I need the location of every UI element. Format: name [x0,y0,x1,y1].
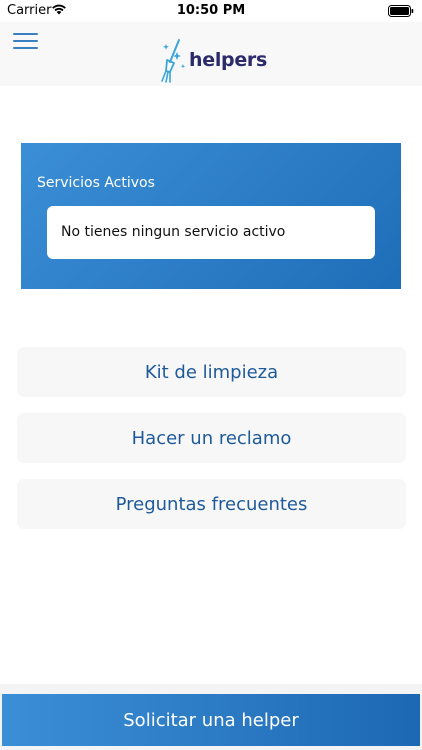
status-time: 10:50 PM [176,3,246,18]
empty-services-message: No tienes ningun servicio activo [61,224,286,240]
active-services-panel: Servicios Activos No tienes ningun servi… [21,143,401,289]
battery-icon [388,5,414,17]
faq-button[interactable]: Preguntas frecuentes [17,479,406,529]
request-helper-button[interactable]: Solicitar una helper [2,694,420,746]
hamburger-menu-icon[interactable] [13,33,38,51]
broom-sparkle-icon [161,39,186,83]
active-services-title: Servicios Activos [37,175,155,191]
status-bar: Carrier 10:50 PM [0,0,422,22]
active-services-card: No tienes ningun servicio activo [47,206,375,259]
app-logo: helpers [158,38,267,84]
make-claim-button[interactable]: Hacer un reclamo [17,413,406,463]
logo-text: helpers [189,49,267,71]
cleaning-kit-button[interactable]: Kit de limpieza [17,347,406,397]
